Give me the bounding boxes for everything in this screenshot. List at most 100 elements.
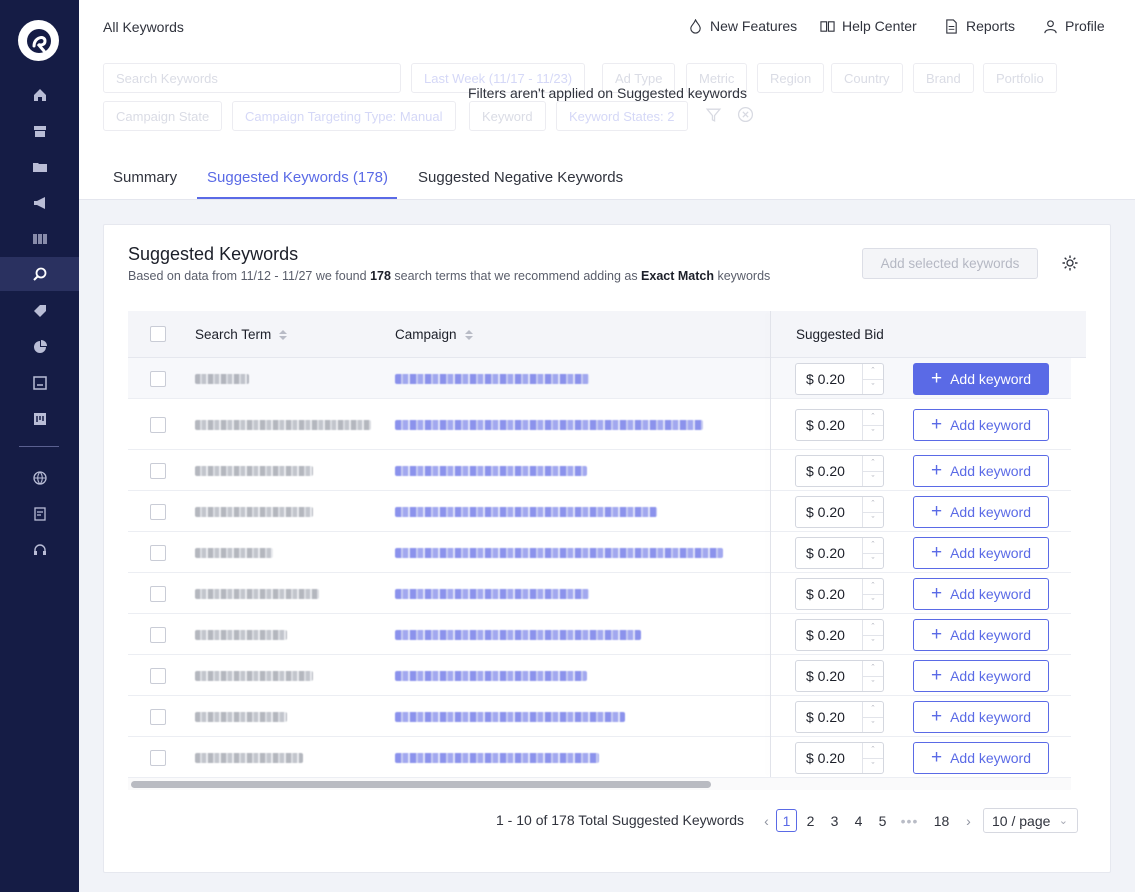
chevron-up-icon[interactable]: ˆ: [863, 743, 883, 758]
chevron-down-icon[interactable]: ˇ: [863, 634, 883, 650]
page-3[interactable]: 3: [824, 809, 845, 832]
chevron-down-icon[interactable]: ˇ: [863, 593, 883, 609]
new-features-link[interactable]: New Features: [688, 18, 797, 34]
row-checkbox[interactable]: [150, 626, 166, 643]
page-5[interactable]: 5: [872, 809, 893, 832]
row-checkbox[interactable]: [150, 503, 166, 520]
chevron-up-icon[interactable]: ˆ: [863, 702, 883, 717]
next-page-button[interactable]: ›: [958, 809, 979, 832]
help-center-link[interactable]: Help Center: [820, 18, 917, 34]
keyword-filter[interactable]: Keyword: [469, 101, 546, 131]
chevron-up-icon[interactable]: ˆ: [863, 497, 883, 512]
sort-icon[interactable]: [464, 329, 473, 340]
home-icon[interactable]: [0, 78, 79, 112]
dashboard-icon[interactable]: [0, 366, 79, 400]
brand-logo[interactable]: [18, 20, 59, 61]
funnel-icon[interactable]: [705, 106, 722, 123]
add-keyword-button[interactable]: + Add keyword: [913, 362, 1049, 395]
page-4[interactable]: 4: [848, 809, 869, 832]
row-checkbox[interactable]: [150, 585, 166, 602]
bid-stepper[interactable]: $ 0.20 ˆ ˇ: [795, 618, 884, 651]
keyword-states-filter[interactable]: Keyword States: 2: [556, 101, 688, 131]
campaign-link-redacted[interactable]: [395, 629, 641, 640]
tab-summary[interactable]: Summary: [113, 169, 177, 186]
chevron-up-icon[interactable]: ˆ: [863, 579, 883, 594]
row-checkbox[interactable]: [150, 667, 166, 684]
country-filter[interactable]: Country: [831, 63, 903, 93]
search-icon[interactable]: [0, 257, 79, 291]
headset-icon[interactable]: [0, 533, 79, 567]
search-term-header[interactable]: Search Term: [195, 327, 288, 342]
add-keyword-button[interactable]: + Add keyword: [913, 536, 1049, 569]
add-keyword-button[interactable]: + Add keyword: [913, 741, 1049, 774]
chevron-down-icon[interactable]: ˇ: [863, 716, 883, 732]
chevron-down-icon[interactable]: ˇ: [863, 470, 883, 486]
campaign-link-redacted[interactable]: [395, 373, 589, 384]
page-18[interactable]: 18: [931, 809, 952, 832]
add-keyword-button[interactable]: + Add keyword: [913, 700, 1049, 733]
campaign-link-redacted[interactable]: [395, 588, 589, 599]
gear-icon[interactable]: [1061, 254, 1079, 272]
bid-stepper[interactable]: $ 0.20 ˆ ˇ: [795, 577, 884, 610]
campaign-link-redacted[interactable]: [395, 670, 587, 681]
add-keyword-button[interactable]: + Add keyword: [913, 495, 1049, 528]
campaign-link-redacted[interactable]: [395, 506, 657, 517]
chevron-up-icon[interactable]: ˆ: [863, 456, 883, 471]
bid-stepper[interactable]: $ 0.20 ˆ ˇ: [795, 408, 884, 441]
page-1[interactable]: 1: [776, 809, 797, 832]
chevron-down-icon[interactable]: ˇ: [863, 552, 883, 568]
bid-stepper[interactable]: $ 0.20 ˆ ˇ: [795, 362, 884, 395]
chevron-up-icon[interactable]: ˆ: [863, 538, 883, 553]
chevron-up-icon[interactable]: ˆ: [863, 410, 883, 425]
bid-stepper[interactable]: $ 0.20 ˆ ˇ: [795, 495, 884, 528]
chevron-down-icon[interactable]: ˇ: [863, 424, 883, 440]
row-checkbox[interactable]: [150, 370, 166, 387]
globe-icon[interactable]: [0, 461, 79, 495]
bid-stepper[interactable]: $ 0.20 ˆ ˇ: [795, 700, 884, 733]
targeting-filter[interactable]: Campaign Targeting Type: Manual: [232, 101, 456, 131]
campaign-link-redacted[interactable]: [395, 711, 625, 722]
board-icon[interactable]: [0, 402, 79, 436]
campaign-link-redacted[interactable]: [395, 752, 599, 763]
reports-link[interactable]: Reports: [944, 18, 1015, 34]
add-selected-keywords-button[interactable]: Add selected keywords: [862, 248, 1038, 279]
add-keyword-button[interactable]: + Add keyword: [913, 577, 1049, 610]
row-checkbox[interactable]: [150, 544, 166, 561]
row-checkbox[interactable]: [150, 416, 166, 433]
add-keyword-button[interactable]: + Add keyword: [913, 454, 1049, 487]
bid-stepper[interactable]: $ 0.20 ˆ ˇ: [795, 659, 884, 692]
breadcrumb[interactable]: All Keywords: [103, 19, 184, 35]
megaphone-icon[interactable]: [0, 186, 79, 220]
select-all-checkbox[interactable]: [150, 326, 166, 342]
store-icon[interactable]: [0, 114, 79, 148]
folder-icon[interactable]: [0, 150, 79, 184]
search-input[interactable]: Search Keywords: [103, 63, 401, 93]
chevron-up-icon[interactable]: ˆ: [863, 620, 883, 635]
campaign-link-redacted[interactable]: [395, 419, 703, 430]
report-icon[interactable]: [0, 497, 79, 531]
chevron-up-icon[interactable]: ˆ: [863, 364, 883, 379]
row-checkbox[interactable]: [150, 708, 166, 725]
campaign-link-redacted[interactable]: [395, 547, 723, 558]
add-keyword-button[interactable]: + Add keyword: [913, 618, 1049, 651]
campaign-link-redacted[interactable]: [395, 465, 587, 476]
pie-chart-icon[interactable]: [0, 330, 79, 364]
barcode-icon[interactable]: [0, 222, 79, 256]
clear-filters-icon[interactable]: [737, 106, 754, 123]
prev-page-button[interactable]: ‹: [756, 809, 777, 832]
campaign-header[interactable]: Campaign: [395, 327, 473, 342]
tab-suggested-negative-keywords[interactable]: Suggested Negative Keywords: [418, 169, 623, 186]
horizontal-scrollbar-thumb[interactable]: [131, 781, 711, 788]
tag-icon[interactable]: [0, 294, 79, 328]
page-size-select[interactable]: 10 / page ⌄: [983, 808, 1078, 833]
sort-icon[interactable]: [279, 329, 288, 340]
bid-stepper[interactable]: $ 0.20 ˆ ˇ: [795, 536, 884, 569]
chevron-down-icon[interactable]: ˇ: [863, 675, 883, 691]
chevron-up-icon[interactable]: ˆ: [863, 661, 883, 676]
row-checkbox[interactable]: [150, 462, 166, 479]
bid-stepper[interactable]: $ 0.20 ˆ ˇ: [795, 741, 884, 774]
bid-stepper[interactable]: $ 0.20 ˆ ˇ: [795, 454, 884, 487]
portfolio-filter[interactable]: Portfolio: [983, 63, 1057, 93]
chevron-down-icon[interactable]: ˇ: [863, 757, 883, 773]
more-pages[interactable]: •••: [899, 809, 920, 832]
